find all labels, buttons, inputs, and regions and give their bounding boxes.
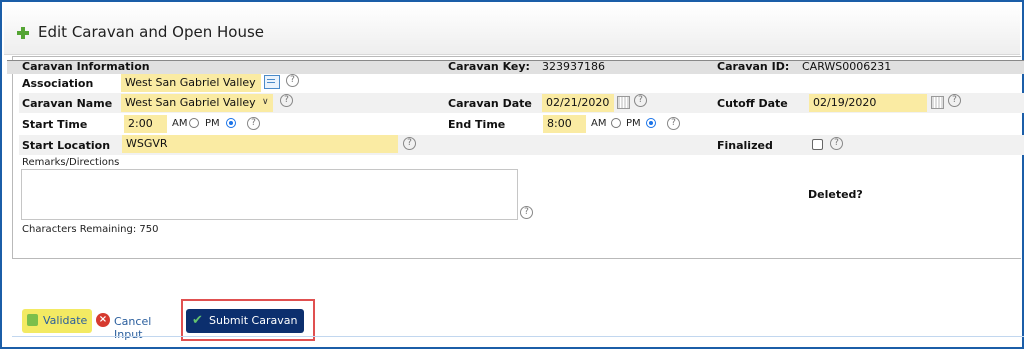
validate-icon [27, 314, 38, 326]
am-label: AM [172, 118, 188, 129]
start-pm-radio[interactable] [226, 118, 236, 128]
page-header: Edit Caravan and Open House [4, 4, 1020, 55]
caravan-date-label: Caravan Date [448, 97, 532, 110]
pm-label: PM [626, 118, 641, 129]
characters-remaining: Characters Remaining: 750 [22, 224, 159, 235]
submit-caravan-button[interactable]: ✔ Submit Caravan [186, 309, 304, 333]
validate-label: Validate [43, 314, 88, 327]
help-icon[interactable]: ? [520, 206, 533, 219]
start-time-field[interactable]: 2:00 [124, 115, 167, 133]
cutoff-date-label: Cutoff Date [717, 97, 788, 110]
caravan-name-label: Caravan Name [22, 97, 113, 110]
help-icon[interactable]: ? [667, 117, 680, 130]
caravan-id-label: Caravan ID: [717, 60, 790, 73]
finalized-label: Finalized [717, 139, 773, 152]
calendar-icon[interactable] [617, 96, 630, 109]
plus-icon [16, 26, 30, 40]
caravan-key-value: 323937186 [542, 60, 605, 73]
bottom-divider [12, 336, 1024, 337]
submit-label: Submit Caravan [209, 314, 298, 327]
end-time-label: End Time [448, 118, 506, 131]
help-icon[interactable]: ? [948, 94, 961, 107]
x-circle-icon: × [96, 313, 110, 327]
check-icon: ✔ [192, 313, 203, 328]
chevron-down-icon: ∨ [262, 97, 269, 107]
deleted-label: Deleted? [808, 188, 863, 201]
help-icon[interactable]: ? [286, 74, 299, 87]
end-time-field[interactable]: 8:00 [543, 115, 586, 133]
cutoff-date-field[interactable]: 02/19/2020 [809, 94, 927, 112]
calendar-icon[interactable] [931, 96, 944, 109]
cancel-input-button[interactable]: × Cancel Input [95, 312, 179, 341]
caravan-id-value: CARWS0006231 [802, 60, 892, 73]
end-am-radio[interactable] [611, 118, 621, 128]
start-time-label: Start Time [22, 118, 88, 131]
help-icon[interactable]: ? [634, 94, 647, 107]
page-title: Edit Caravan and Open House [38, 23, 265, 41]
help-icon[interactable]: ? [403, 137, 416, 150]
section-heading: Caravan Information [22, 60, 150, 73]
association-field[interactable]: West San Gabriel Valley [121, 74, 261, 92]
start-location-field[interactable]: WSGVR [122, 135, 398, 153]
caravan-key-label: Caravan Key: [448, 60, 530, 73]
end-pm-radio[interactable] [646, 118, 656, 128]
finalized-checkbox[interactable] [812, 139, 823, 150]
start-am-radio[interactable] [189, 118, 199, 128]
association-label: Association [22, 77, 94, 90]
caravan-date-field[interactable]: 02/21/2020 [542, 94, 614, 112]
pm-label: PM [205, 118, 220, 129]
remarks-label: Remarks/Directions [22, 157, 120, 168]
help-icon[interactable]: ? [280, 94, 293, 107]
remarks-textarea[interactable] [21, 169, 518, 220]
caravan-name-select[interactable]: West San Gabriel Valley [121, 94, 273, 112]
validate-button[interactable]: Validate [22, 309, 92, 333]
help-icon[interactable]: ? [247, 117, 260, 130]
cancel-label: Cancel Input [114, 315, 152, 341]
lookup-icon[interactable] [264, 75, 280, 89]
am-label: AM [591, 118, 607, 129]
start-location-label: Start Location [22, 139, 111, 152]
help-icon[interactable]: ? [830, 137, 843, 150]
